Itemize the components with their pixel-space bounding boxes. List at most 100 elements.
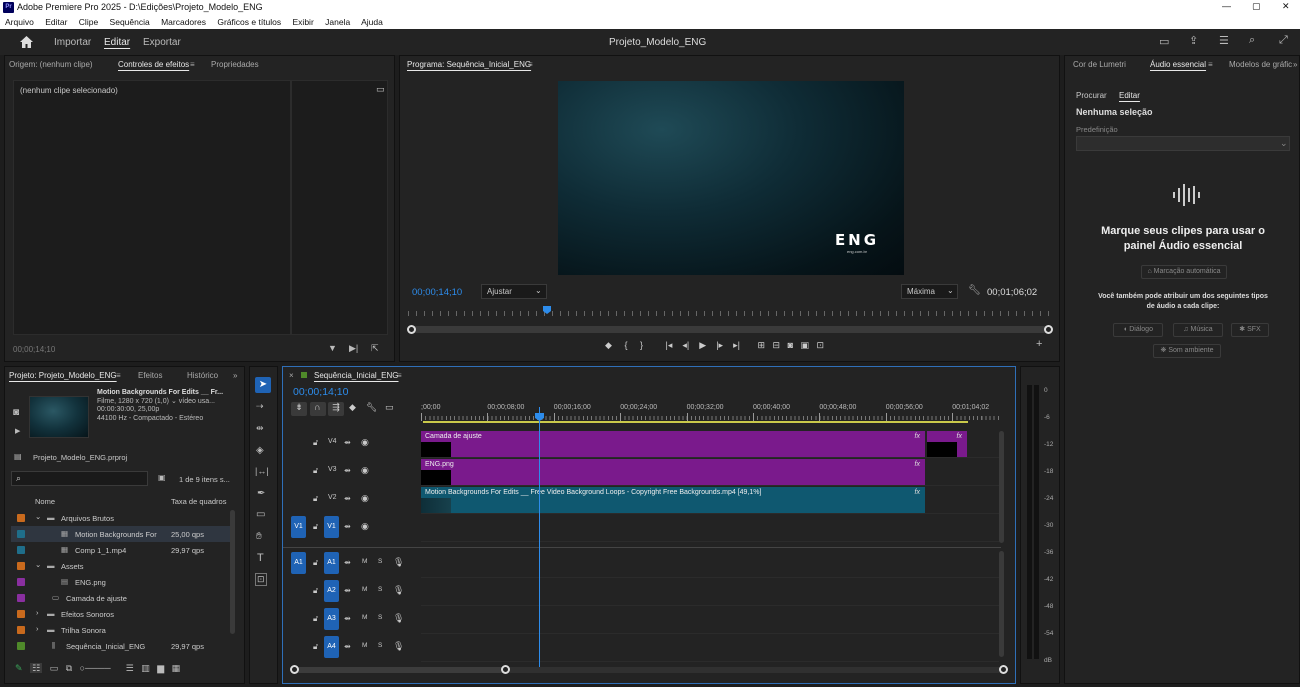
export-frame-icon[interactable]: ⇱ [371,343,379,354]
icon-view-icon[interactable]: ▭ [50,663,59,673]
mark-out-icon[interactable]: } [640,340,643,350]
fx-badge[interactable]: fx [915,433,920,440]
lock-icon[interactable]: 🔓︎ [313,586,318,596]
lock-icon[interactable]: 🔓︎ [313,522,318,532]
marker-icon[interactable]: ◆ [605,340,612,350]
type-tool[interactable]: T [257,552,264,564]
panel-menu-icon[interactable]: ≡ [190,60,195,69]
label-color-swatch[interactable] [17,530,25,538]
label-color-swatch[interactable] [17,562,25,570]
menu-janela[interactable]: Janela [325,17,350,27]
tab-editar[interactable]: Editar [104,37,130,48]
work-area-bar[interactable] [423,421,968,423]
video-frame[interactable]: ENG eng.com.br [558,81,904,275]
mute-button[interactable]: M [362,586,367,593]
rectangle-tool[interactable]: ▭ [256,509,265,520]
overwrite-icon[interactable]: ⊟ [773,340,781,350]
tab-exportar[interactable]: Exportar [143,37,181,48]
microphone-icon[interactable]: 🎙︎ [393,585,404,596]
tab-essential-sound[interactable]: Áudio essencial [1150,60,1206,69]
source-patch-v1[interactable]: V1 [291,516,306,538]
chevron-down-icon[interactable]: ⌄ [35,560,41,569]
program-title[interactable]: Programa: Sequência_Inicial_ENG [407,60,531,69]
eye-icon[interactable]: ◉ [361,437,369,448]
column-name[interactable]: Nome [35,497,55,506]
panel-menu-icon[interactable]: ≡ [1208,60,1213,69]
chevron-right-icon[interactable]: › [36,624,39,633]
fx-badge[interactable]: fx [957,433,962,440]
solo-button[interactable]: S [378,586,382,593]
solo-button[interactable]: S [378,614,382,621]
pencil-icon[interactable]: ✎ [15,663,23,673]
auto-tag-button[interactable]: ⌂ Marcação automática [1141,265,1227,279]
program-timecode[interactable]: 00;00;14;10 [412,287,462,298]
program-playhead[interactable] [543,306,551,314]
menu-ajuda[interactable]: Ajuda [361,17,383,27]
clip-thumbnail[interactable] [29,396,89,438]
maximize-button[interactable]: ▢ [1252,1,1261,12]
menu-exibir[interactable]: Exibir [293,17,314,27]
column-frame-rate[interactable]: Taxa de quadros [171,497,226,506]
caption-tool[interactable]: ⊡ [255,573,267,586]
tab-effect-controls[interactable]: Controles de efeitos [118,60,189,69]
project-search-input[interactable]: ⌕ [11,471,148,486]
fx-badge[interactable]: fx [915,489,920,496]
sync-lock-icon[interactable]: ⇴ [344,558,351,567]
clip-motion-background[interactable]: Motion Backgrounds For Edits __ Free Vid… [421,487,925,513]
target-a2[interactable]: A2 [324,580,339,602]
subtab-edit[interactable]: Editar [1119,91,1140,100]
program-menu-icon[interactable]: ≡ [528,60,533,69]
microphone-icon[interactable]: 🎙︎ [393,641,404,652]
subtab-browse[interactable]: Procurar [1076,91,1107,100]
list-item[interactable]: ▤ ENG.png [11,574,233,590]
label-color-swatch[interactable] [17,626,25,634]
mute-button[interactable]: M [362,642,367,649]
list-item[interactable]: ▦ Comp 1_1.mp4 29,97 qps [11,542,233,558]
preset-dropdown[interactable]: ⌄ [1076,136,1290,151]
new-item-icon[interactable]: ▦ [172,663,181,673]
program-zoom-bar[interactable] [407,325,1053,334]
label-color-swatch[interactable] [17,642,25,650]
mark-in-icon[interactable]: { [624,340,627,350]
microphone-icon[interactable]: 🎙︎ [393,557,404,568]
freeform-view-icon[interactable]: ⧉ [66,663,72,673]
clip-adjustment-layer[interactable]: Camada de ajuste fx [421,431,925,457]
track-select-tool[interactable]: ⇢ [256,401,264,412]
search-icon[interactable]: ⌕ [1249,34,1255,47]
sync-lock-icon[interactable]: ⇴ [344,466,351,475]
menu-arquivo[interactable]: Arquivo [5,17,34,27]
hand-tool[interactable]: ✋︎ [256,531,262,542]
sort-icon[interactable]: ☰ [126,663,134,673]
list-item[interactable]: ⌄ ▬ Assets [11,558,233,574]
sync-lock-icon[interactable]: ⇴ [344,586,351,595]
music-button[interactable]: ♫ Música [1173,323,1223,337]
timeline-playhead-handle[interactable] [535,413,544,421]
fx-badge[interactable]: fx [915,461,920,468]
go-to-in-icon[interactable]: |◂ [666,340,673,350]
menu-editar[interactable]: Editar [45,17,67,27]
zoom-slider[interactable]: ○──── [80,663,111,673]
close-button[interactable]: ✕ [1282,1,1290,12]
microphone-icon[interactable]: 🎙︎ [393,613,404,624]
label-color-swatch[interactable] [17,578,25,586]
add-button-icon[interactable]: + [1036,338,1042,350]
snap-icon[interactable]: ⇟ [291,402,307,416]
project-scrollbar[interactable] [230,510,235,634]
clip-eng-png[interactable]: ENG.png fx [421,459,925,485]
list-view-icon[interactable]: ☷ [30,663,43,673]
pen-tool[interactable]: ✒ [257,488,265,499]
dialogue-button[interactable]: ◖ Diálogo [1113,323,1163,337]
chevron-down-icon[interactable]: ⌄ [171,398,177,405]
share-icon[interactable]: ⇪ [1189,34,1198,47]
eye-icon[interactable]: ◉ [361,493,369,504]
lock-icon[interactable]: 🔓︎ [313,438,318,448]
toggle-panel-icon[interactable]: ▭ [376,84,385,95]
ripple-tool[interactable]: ⇹ [256,423,264,434]
lock-icon[interactable]: 🔓︎ [313,642,318,652]
lock-icon[interactable]: 🔓︎ [313,466,318,476]
list-item[interactable]: ▦ Motion Backgrounds For 25,00 qps [11,526,233,542]
chevron-down-icon[interactable]: ⌄ [35,512,41,521]
fullscreen-icon[interactable]: ⤢ [1279,34,1288,47]
eye-icon[interactable]: ◉ [361,465,369,476]
chevron-right-icon[interactable]: › [36,608,39,617]
